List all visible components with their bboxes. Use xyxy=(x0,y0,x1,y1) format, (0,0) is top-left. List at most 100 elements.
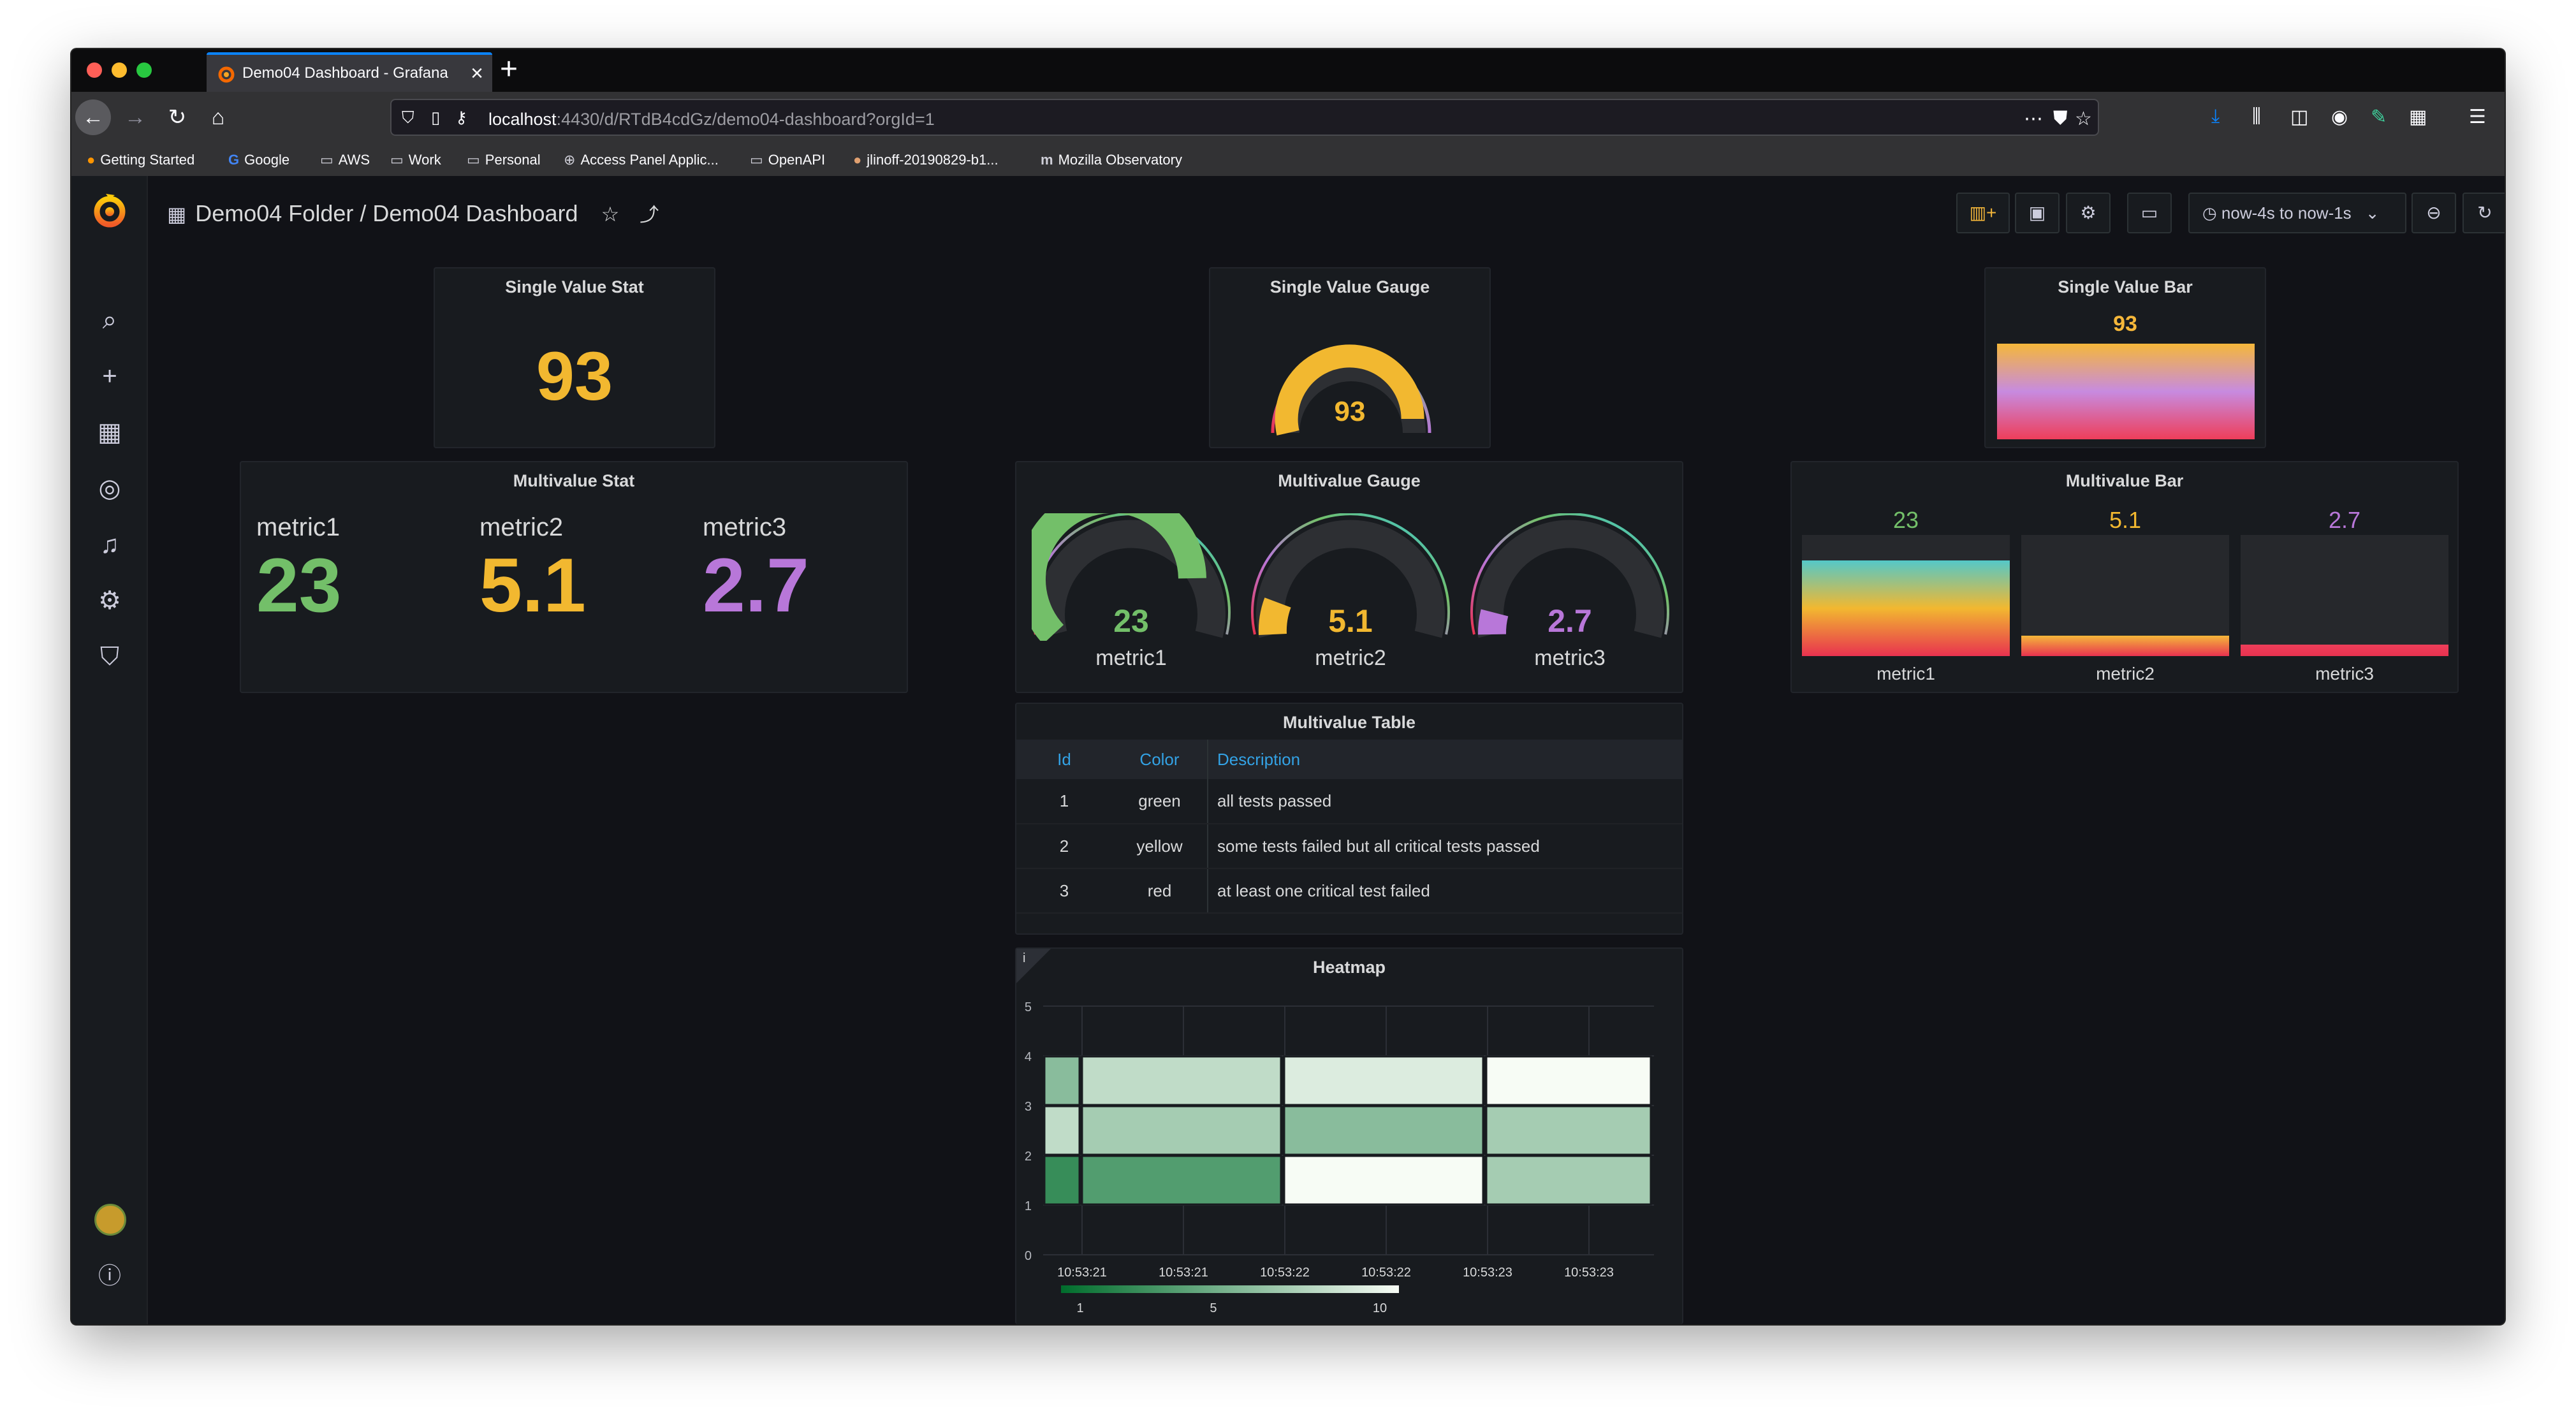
tab-grafana[interactable]: Demo04 Dashboard - Grafana × xyxy=(207,52,492,92)
y-tick-label: 1 xyxy=(1025,1199,1032,1213)
back-button[interactable]: ← xyxy=(75,99,111,135)
help-icon[interactable]: ⓘ xyxy=(92,1258,128,1294)
table-row: 2 yellow some tests failed but all criti… xyxy=(1016,824,1682,869)
legend-tick-label: 1 xyxy=(1076,1301,1083,1315)
x-tick-label: 10:53:23 xyxy=(1564,1266,1614,1280)
dashboard-title[interactable]: Demo04 Folder / Demo04 Dashboard xyxy=(195,200,578,226)
downloads-icon[interactable]: ⤓ xyxy=(2211,106,2220,128)
configuration-gear-icon[interactable]: ⚙ xyxy=(92,583,128,618)
sidebar-toggle-icon[interactable]: ◫ xyxy=(2290,106,2308,128)
panel-title[interactable]: Single Value Gauge xyxy=(1210,277,1489,297)
stat-value: 23 xyxy=(256,543,342,628)
close-window-button[interactable] xyxy=(87,62,102,78)
bookmark-item[interactable]: ⊕ Access Panel Applic... xyxy=(564,152,719,168)
cycle-view-mode-button[interactable]: ▭ xyxy=(2127,193,2172,233)
data-table: Id Color Description 1 green all tests p… xyxy=(1016,740,1682,914)
bookmark-label: Google xyxy=(244,152,290,168)
folder-icon: ▭ xyxy=(390,152,404,168)
home-button[interactable]: ⌂ xyxy=(200,99,236,135)
add-panel-button[interactable]: ▥+ xyxy=(1956,193,2010,233)
tab-title: Demo04 Dashboard - Grafana xyxy=(242,64,448,82)
y-tick-label: 0 xyxy=(1025,1249,1032,1263)
bookmark-item[interactable]: m Mozilla Observatory xyxy=(1041,152,1182,168)
dashboards-icon[interactable]: ▦ xyxy=(92,414,128,450)
folder-icon: ▭ xyxy=(320,152,333,168)
panel-title[interactable]: Multivalue Stat xyxy=(241,471,907,491)
panel-title[interactable]: Single Value Bar xyxy=(1986,277,2265,297)
table-cell: yellow xyxy=(1112,824,1208,869)
panel-title[interactable]: Single Value Stat xyxy=(435,277,714,297)
forward-button[interactable]: → xyxy=(117,99,153,135)
bookmark-item[interactable]: ● jlinoff-20190829-b1... xyxy=(853,152,999,168)
panel-title[interactable]: Multivalue Table xyxy=(1016,713,1682,733)
share-icon[interactable]: ⤴ xyxy=(640,205,659,226)
server-admin-shield-icon[interactable]: ⛉ xyxy=(92,639,128,675)
column-header-color[interactable]: Color xyxy=(1112,740,1208,779)
refresh-button[interactable]: ↻ xyxy=(2463,193,2505,233)
bookmark-label: Personal xyxy=(485,152,541,168)
legend-tick-label: 5 xyxy=(1210,1301,1217,1315)
page-icon: ▯ xyxy=(431,108,441,127)
x-tick-label: 10:53:22 xyxy=(1260,1266,1310,1280)
menu-icon[interactable]: ☰ xyxy=(2469,106,2486,128)
panel-multivalue-gauge: Multivalue Gauge 23 metric1 5.1 metric2 … xyxy=(1015,461,1683,693)
folder-icon: ▭ xyxy=(750,152,763,168)
heatmap-cell xyxy=(1043,1155,1081,1206)
close-tab-icon[interactable]: × xyxy=(471,61,483,86)
navigation-bar: ← → ↻ ⌂ ⛉ ▯ ⚷ localhost:4430/d/RTdB4cdGz… xyxy=(71,92,2505,143)
panel-title[interactable]: Heatmap xyxy=(1016,958,1682,977)
gauge-value: 93 xyxy=(1334,396,1366,427)
explore-icon[interactable]: ◎ xyxy=(92,471,128,506)
bookmark-item[interactable]: ▭ Personal xyxy=(467,152,541,168)
time-picker-button[interactable]: ◷ now-4s to now-1s ⌄ xyxy=(2188,193,2406,233)
bar-fill xyxy=(1802,560,2010,656)
account-icon[interactable]: ◉ xyxy=(2331,106,2348,128)
heatmap-cell xyxy=(1081,1055,1282,1106)
alerting-bell-icon[interactable]: ♫ xyxy=(92,527,128,562)
zoom-out-button[interactable]: ⊖ xyxy=(2411,193,2456,233)
pocket-icon[interactable]: ⛊ xyxy=(2053,108,2068,129)
extension-icon[interactable]: ✎ xyxy=(2371,106,2387,128)
library-icon[interactable]: ⫼ xyxy=(2252,106,2261,128)
bookmark-item[interactable]: G Google xyxy=(228,152,289,168)
bookmark-item[interactable]: ▭ Work xyxy=(390,152,441,168)
table-cell: all tests passed xyxy=(1207,779,1682,824)
avatar-icon: ● xyxy=(853,152,862,168)
chevron-down-icon: ⌄ xyxy=(2365,203,2380,223)
reload-button[interactable]: ↻ xyxy=(159,99,195,135)
dashboard-settings-button[interactable]: ⚙ xyxy=(2066,193,2111,233)
bookmark-label: Getting Started xyxy=(100,152,195,168)
gauge-label: metric3 xyxy=(1534,646,1606,670)
new-tab-button[interactable]: + xyxy=(500,52,518,87)
grafana-logo-icon[interactable] xyxy=(89,190,130,231)
column-header-description[interactable]: Description xyxy=(1207,740,1682,779)
key-icon[interactable]: ⚷ xyxy=(455,108,467,128)
globe-icon: ⊕ xyxy=(564,152,576,168)
bookmark-item[interactable]: ▭ OpenAPI xyxy=(750,152,825,168)
table-header-row: Id Color Description xyxy=(1016,740,1682,779)
user-avatar[interactable] xyxy=(94,1204,126,1236)
stat-value: 5.1 xyxy=(479,543,586,628)
panel-title[interactable]: Multivalue Gauge xyxy=(1016,471,1682,491)
bookmark-item[interactable]: ▭ AWS xyxy=(320,152,370,168)
bookmark-item[interactable]: ● Getting Started xyxy=(87,152,194,168)
table-cell: red xyxy=(1112,868,1208,914)
column-header-id[interactable]: Id xyxy=(1016,740,1112,779)
minimize-window-button[interactable] xyxy=(112,62,127,78)
address-bar[interactable]: ⛉ ▯ ⚷ localhost:4430/d/RTdB4cdGz/demo04-… xyxy=(390,99,2099,136)
bookmark-star-icon[interactable]: ☆ xyxy=(2075,108,2092,130)
heatmap-cell xyxy=(1081,1155,1282,1206)
heatmap-cell xyxy=(1043,1055,1081,1106)
extension-2-icon[interactable]: ▦ xyxy=(2409,106,2427,128)
panel-title[interactable]: Multivalue Bar xyxy=(1792,471,2457,491)
more-actions-icon[interactable]: ⋯ xyxy=(2024,108,2043,130)
bookmark-label: Mozilla Observatory xyxy=(1058,152,1182,168)
save-dashboard-button[interactable]: ▣ xyxy=(2015,193,2060,233)
shield-icon[interactable]: ⛉ xyxy=(402,108,414,128)
favorite-star-icon[interactable]: ☆ xyxy=(601,203,620,226)
bar-label: metric1 xyxy=(1877,664,1935,683)
bar-label: metric2 xyxy=(2096,664,2155,683)
search-icon[interactable]: ⌕ xyxy=(92,302,128,338)
zoom-window-button[interactable] xyxy=(136,62,152,78)
create-icon[interactable]: + xyxy=(92,358,128,394)
